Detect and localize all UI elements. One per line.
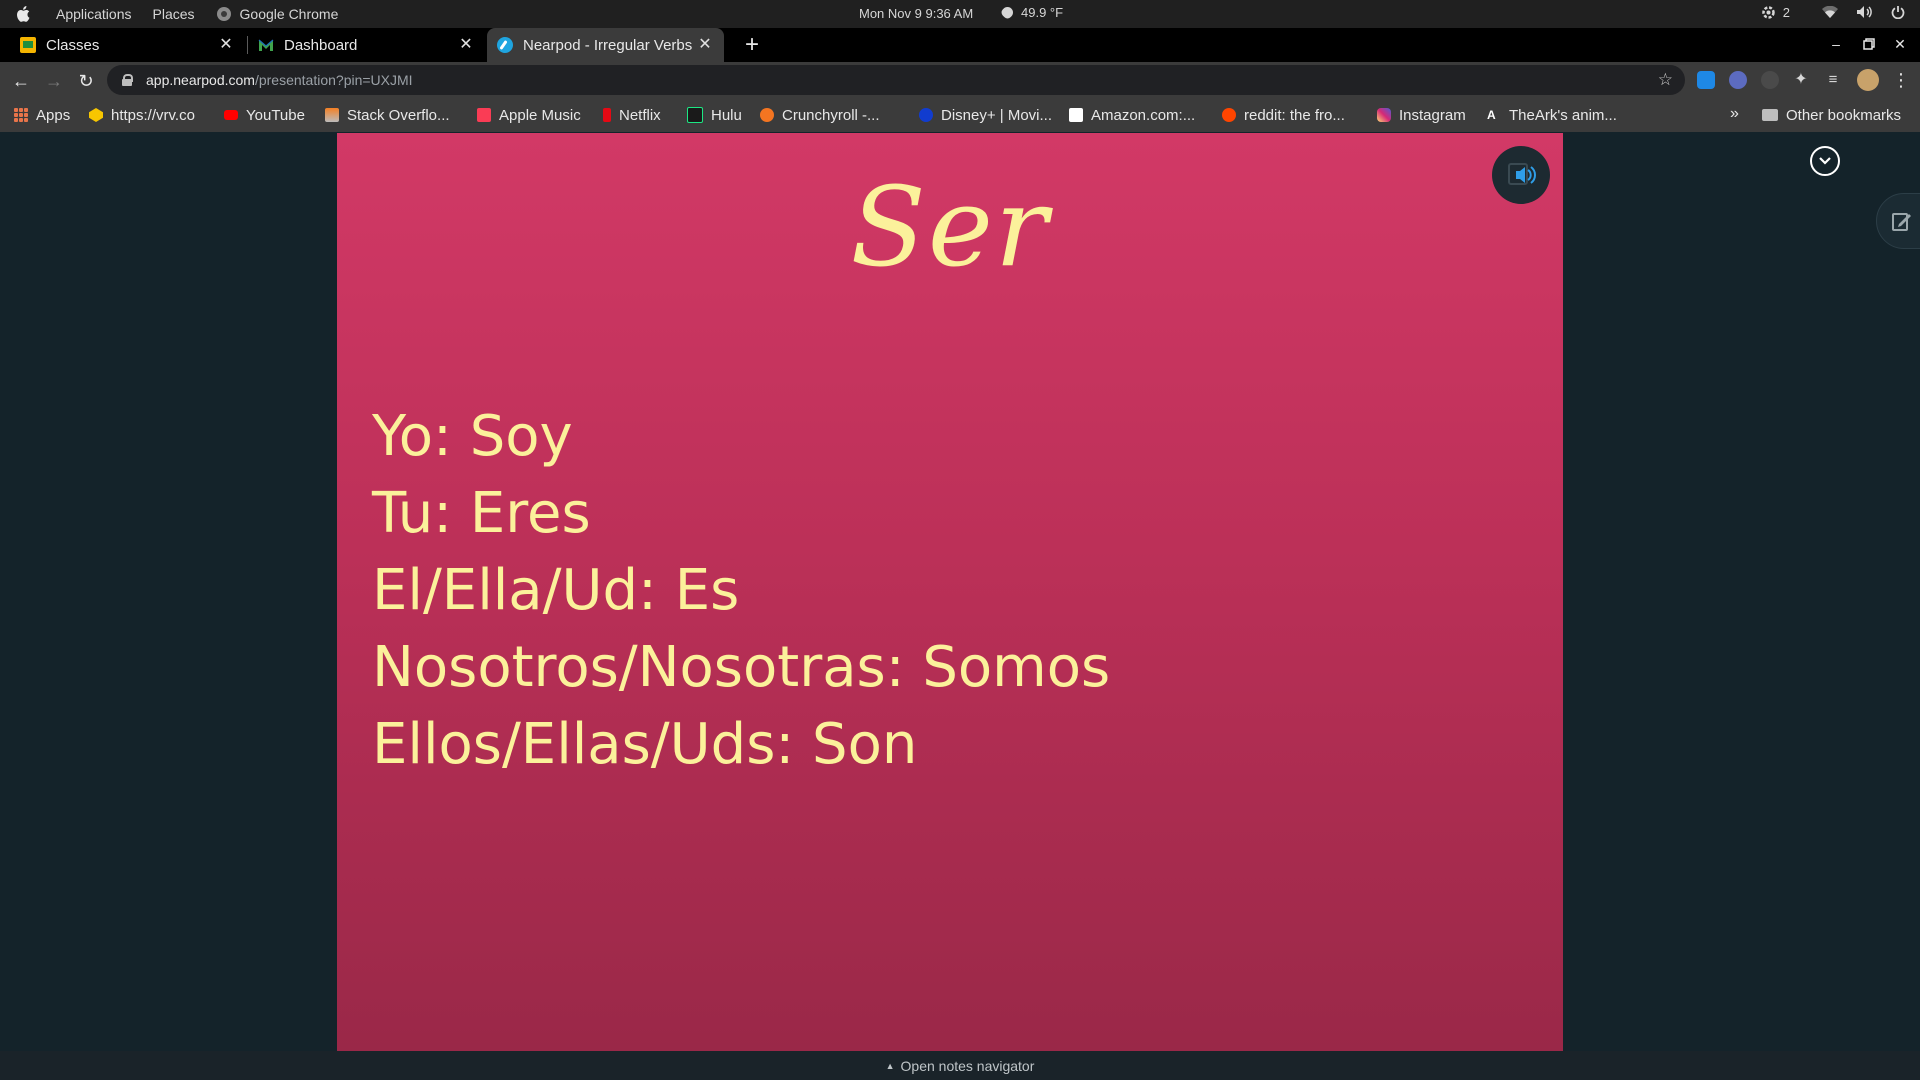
nearpod-icon [497, 37, 513, 53]
restore-icon[interactable] [1859, 34, 1879, 54]
weather-icon [999, 4, 1016, 21]
url-text[interactable]: app.nearpod.com/presentation?pin=UXJMI [146, 72, 413, 88]
bookmark-apps[interactable]: Apps [14, 98, 70, 132]
stackoverflow-icon [325, 108, 339, 122]
notes-navigator-bar[interactable]: ▲ Open notes navigator [0, 1051, 1920, 1080]
crunchyroll-icon [760, 108, 774, 122]
amazon-icon [1069, 108, 1083, 122]
apps-grid-icon [14, 108, 28, 122]
other-bookmarks-folder[interactable]: Other bookmarks [1762, 98, 1901, 132]
chevron-down-icon [1819, 157, 1831, 165]
extensions-puzzle-icon[interactable]: ✦ [1792, 71, 1810, 89]
menu-kebab-icon[interactable]: ⋮ [1892, 71, 1910, 89]
conjugation-yo: Yo: Soy [372, 404, 573, 469]
conjugation-list: Yo: Soy Tu: Eres El/Ella/Ud: Es Nosotros… [372, 398, 1110, 783]
bookmark-disney[interactable]: Disney+ | Movi... [919, 98, 1052, 132]
more-bookmarks-chevron-icon[interactable]: » [1730, 105, 1739, 123]
close-icon[interactable]: ✕ [457, 36, 475, 54]
speaker-book-icon [1508, 163, 1536, 185]
folder-icon [1762, 109, 1778, 121]
system-top-bar: Applications Places Google Chrome Mon No… [0, 0, 1920, 28]
edit-note-icon [1892, 213, 1911, 231]
youtube-icon [224, 110, 238, 120]
volume-icon[interactable] [1856, 4, 1872, 20]
lock-icon[interactable] [122, 74, 133, 86]
hulu-icon [687, 107, 703, 123]
bookmark-stackoverflow[interactable]: Stack Overflo... [325, 98, 450, 132]
applications-menu[interactable]: Applications [56, 6, 132, 22]
netflix-icon [603, 108, 611, 122]
bookmark-vrv[interactable]: https://vrv.co [89, 98, 195, 132]
caret-up-icon: ▲ [885, 1060, 895, 1071]
bookmarks-bar: Apps https://vrv.co YouTube Stack Overfl… [0, 98, 1920, 132]
conjugation-ellos: Ellos/Ellas/Uds: Son [372, 712, 918, 777]
bookmark-hulu[interactable]: Hulu [687, 98, 742, 132]
cloud-extension-icon[interactable] [1697, 71, 1715, 89]
instagram-icon [1377, 108, 1391, 122]
disney-icon [919, 108, 933, 122]
reload-icon[interactable]: ↻ [75, 70, 97, 92]
weather-temp: 49.9 °F [1021, 5, 1064, 20]
tab-dashboard[interactable]: Dashboard ✕ [248, 28, 485, 62]
clock[interactable]: Mon Nov 9 9:36 AM [859, 6, 973, 21]
bookmark-netflix[interactable]: Netflix [603, 98, 661, 132]
profile-avatar[interactable] [1857, 69, 1879, 91]
reddit-icon [1222, 108, 1236, 122]
chrome-icon [216, 7, 231, 21]
close-icon[interactable]: ✕ [217, 36, 235, 54]
tab-label: Classes [46, 36, 100, 54]
bookmark-instagram[interactable]: Instagram [1377, 98, 1466, 132]
leaf-extension-icon[interactable] [1761, 71, 1779, 89]
tab-classes[interactable]: Classes ✕ [0, 28, 245, 62]
read-aloud-button[interactable] [1492, 146, 1550, 204]
system-tray: 2 [1762, 4, 1906, 20]
theark-icon: A [1487, 108, 1496, 122]
power-icon[interactable] [1890, 4, 1906, 20]
conjugation-nosotros: Nosotros/Nosotras: Somos [372, 635, 1111, 700]
apple-music-icon [477, 108, 491, 122]
collapse-chevron-button[interactable] [1810, 146, 1840, 176]
wifi-icon[interactable] [1822, 4, 1838, 20]
apple-logo-icon[interactable] [16, 6, 30, 22]
places-menu[interactable]: Places [153, 6, 195, 22]
bookmark-apple-music[interactable]: Apple Music [477, 98, 581, 132]
notification-count: 2 [1782, 4, 1790, 20]
conjugation-tu: Tu: Eres [372, 481, 591, 546]
notes-navigator-label: Open notes navigator [900, 1057, 1035, 1074]
tab-label: Nearpod - Irregular Verbs [523, 36, 693, 54]
dashboard-icon [258, 39, 274, 51]
back-icon[interactable]: ← [10, 70, 32, 92]
minimize-icon[interactable]: – [1826, 34, 1846, 54]
notification-icon[interactable]: 2 [1762, 4, 1790, 20]
weather-indicator[interactable]: 49.9 °F [999, 4, 1064, 21]
slide-title: Ser [850, 163, 1050, 291]
bookmark-crunchyroll[interactable]: Crunchyroll -... [760, 98, 880, 132]
google-classroom-icon [20, 37, 36, 53]
active-app-label: Google Chrome [239, 6, 339, 22]
close-icon[interactable]: ✕ [696, 36, 714, 54]
bookmark-star-icon[interactable]: ☆ [1658, 70, 1673, 90]
tab-nearpod[interactable]: Nearpod - Irregular Verbs ✕ [487, 28, 724, 62]
conjugation-el-ella-ud: El/Ella/Ud: Es [372, 558, 740, 623]
bookmark-reddit[interactable]: reddit: the fro... [1222, 98, 1345, 132]
new-tab-button[interactable]: + [738, 31, 766, 59]
bookmark-theark[interactable]: A TheArk's anim... [1487, 98, 1617, 132]
active-app-menu[interactable]: Google Chrome [216, 6, 339, 22]
vrv-icon [89, 108, 103, 122]
bookmark-youtube[interactable]: YouTube [224, 98, 305, 132]
notes-side-tab[interactable] [1876, 193, 1920, 249]
presentation-slide: Ser Yo: Soy Tu: Eres El/Ella/Ud: Es Noso… [337, 133, 1563, 1051]
bookmark-amazon[interactable]: Amazon.com:... [1069, 98, 1195, 132]
media-control-icon[interactable]: ≡ [1824, 71, 1842, 89]
browser-toolbar: ← → ↻ app.nearpod.com/presentation?pin=U… [0, 62, 1920, 98]
tab-label: Dashboard [284, 36, 358, 54]
forward-icon[interactable]: → [43, 70, 65, 92]
mask-extension-icon[interactable] [1729, 71, 1747, 89]
address-bar[interactable]: app.nearpod.com/presentation?pin=UXJMI ☆ [107, 65, 1685, 95]
tab-strip: Classes ✕ Dashboard ✕ Nearpod - Irregula… [0, 28, 1920, 62]
close-window-icon[interactable]: ✕ [1890, 34, 1910, 54]
